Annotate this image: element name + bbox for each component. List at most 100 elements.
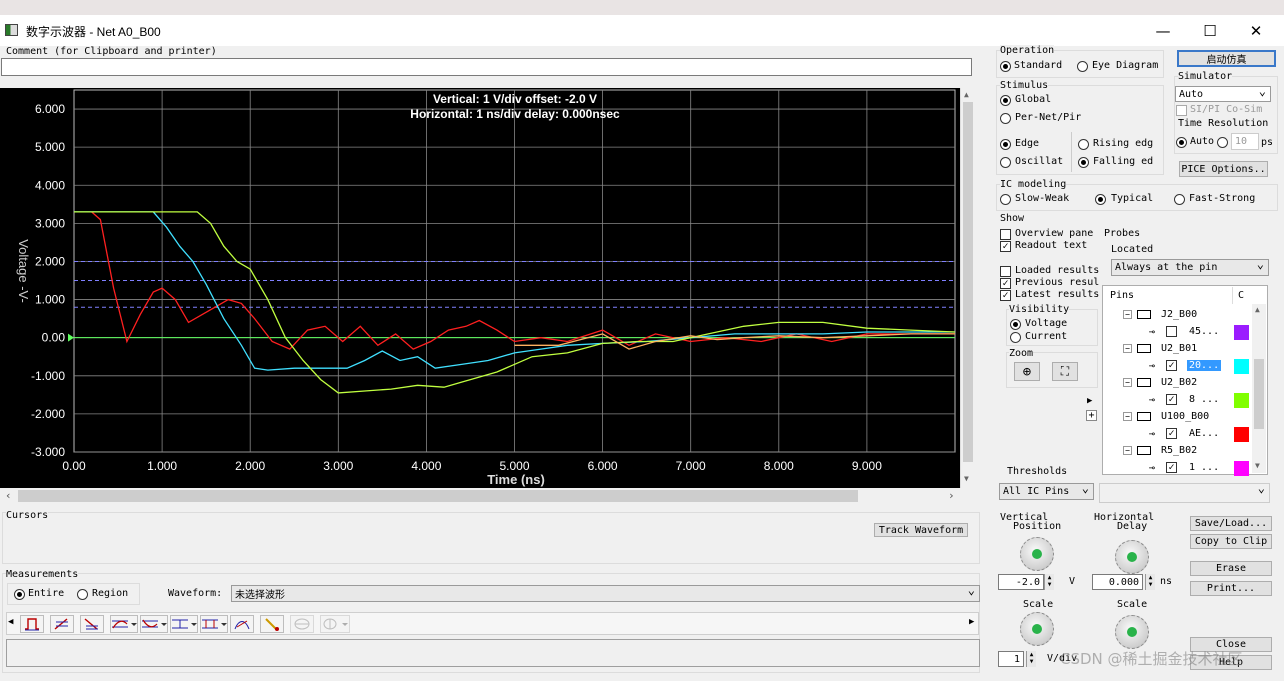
- horizontal-delay-spinner[interactable]: ▲ ▼: [1145, 574, 1155, 590]
- eye-measure-icon[interactable]: [230, 615, 254, 633]
- pin-color-swatch[interactable]: [1234, 461, 1249, 476]
- tree-collapse-icon[interactable]: −: [1123, 344, 1132, 353]
- thresholds-secondary-select[interactable]: [1099, 481, 1270, 503]
- pin-row[interactable]: ⊸ 45...: [1103, 324, 1253, 341]
- readout-text-checkbox[interactable]: ✓: [1000, 241, 1011, 252]
- pin-part-row[interactable]: − U2_B02: [1103, 375, 1253, 392]
- fall-time-icon[interactable]: [80, 615, 104, 633]
- pin-part-row[interactable]: − U2_B01: [1103, 341, 1253, 358]
- scroll-down-arrow[interactable]: ▼: [964, 474, 969, 483]
- voltage-radio[interactable]: [1010, 319, 1021, 330]
- eye-diagram-radio[interactable]: [1077, 61, 1088, 72]
- toolbar-left-arrow[interactable]: ◀: [8, 617, 13, 627]
- comment-input[interactable]: [1, 58, 972, 76]
- oscillator-radio[interactable]: [1000, 157, 1011, 168]
- vertical-position-input[interactable]: [998, 574, 1044, 590]
- pin-color-swatch[interactable]: [1234, 359, 1249, 374]
- undershoot-icon[interactable]: [140, 615, 168, 633]
- vertical-position-spinner[interactable]: ▲ ▼: [1044, 574, 1054, 590]
- fast-strong-radio[interactable]: [1174, 194, 1185, 205]
- pin-row[interactable]: ⊸ ✓ AE...: [1103, 426, 1253, 443]
- toolbar-right-arrow[interactable]: ▶: [969, 617, 974, 627]
- probe-cursor-icon[interactable]: [260, 615, 284, 633]
- pin-part-row[interactable]: − J2_B00: [1103, 307, 1253, 324]
- slow-weak-radio[interactable]: [1000, 194, 1011, 205]
- region-radio[interactable]: [77, 589, 88, 600]
- pin-color-swatch[interactable]: [1234, 325, 1249, 340]
- pin-row[interactable]: ⊸ ✓ 1 ...: [1103, 460, 1253, 477]
- scroll-h-thumb[interactable]: [18, 490, 858, 502]
- tree-collapse-icon[interactable]: −: [1123, 412, 1132, 421]
- rising-edge-radio[interactable]: [1078, 139, 1089, 150]
- disabled-tool-icon-2[interactable]: [320, 615, 350, 633]
- minimize-button[interactable]: —: [1140, 15, 1186, 46]
- maximize-button[interactable]: ☐: [1187, 15, 1233, 46]
- tree-collapse-icon[interactable]: −: [1123, 310, 1132, 319]
- overview-pane-checkbox[interactable]: [1000, 229, 1011, 240]
- pin-row[interactable]: ⊸ ✓ 8 ...: [1103, 392, 1253, 409]
- pin-row[interactable]: ⊸ ✓ 20...: [1103, 358, 1253, 375]
- time-res-custom-radio[interactable]: [1217, 137, 1228, 148]
- standard-radio[interactable]: [1000, 61, 1011, 72]
- horizontal-delay-input[interactable]: [1092, 574, 1143, 590]
- time-res-input[interactable]: [1231, 133, 1259, 150]
- vertical-scale-input[interactable]: [998, 651, 1024, 667]
- located-select[interactable]: Always at the pin: [1111, 257, 1269, 276]
- simulator-select[interactable]: Auto: [1175, 84, 1271, 102]
- entire-radio[interactable]: [14, 589, 25, 600]
- pin-visible-checkbox[interactable]: ✓: [1166, 360, 1177, 371]
- disabled-tool-icon-1[interactable]: [290, 615, 314, 633]
- tree-collapse-icon[interactable]: −: [1123, 446, 1132, 455]
- save-load-button[interactable]: Save/Load...: [1190, 516, 1272, 531]
- horizontal-scale-knob[interactable]: [1115, 615, 1149, 649]
- per-net-radio[interactable]: [1000, 113, 1011, 124]
- pin-visible-checkbox[interactable]: ✓: [1166, 462, 1177, 473]
- vertical-scale-knob[interactable]: [1020, 612, 1054, 646]
- plot-vertical-scrollbar[interactable]: ▲ ▼: [960, 88, 974, 488]
- edge-radio[interactable]: [1000, 139, 1011, 150]
- scroll-left-arrow[interactable]: ‹: [5, 489, 12, 502]
- plot-horizontal-scrollbar[interactable]: ‹ ›: [0, 488, 962, 504]
- spice-options-button[interactable]: PICE Options..: [1179, 161, 1268, 177]
- start-simulation-button[interactable]: 启动仿真: [1177, 50, 1276, 67]
- pins-scroll-thumb[interactable]: [1254, 359, 1264, 429]
- rise-time-icon[interactable]: [50, 615, 74, 633]
- expand-arrow-icon[interactable]: ▶: [1087, 396, 1092, 406]
- low-level-icon[interactable]: [200, 615, 228, 633]
- scroll-thumb[interactable]: [963, 102, 973, 462]
- pins-scrollbar[interactable]: ▲ ▼: [1252, 304, 1266, 473]
- current-radio[interactable]: [1010, 332, 1021, 343]
- pin-part-row[interactable]: − R5_B02: [1103, 443, 1253, 460]
- previous-results-checkbox[interactable]: ✓: [1000, 278, 1011, 289]
- cosim-checkbox[interactable]: [1176, 105, 1187, 116]
- pin-color-swatch[interactable]: [1234, 393, 1249, 408]
- horizontal-delay-knob[interactable]: [1115, 540, 1149, 574]
- pulse-width-icon[interactable]: [20, 615, 44, 633]
- tree-collapse-icon[interactable]: −: [1123, 378, 1132, 387]
- global-radio[interactable]: [1000, 95, 1011, 106]
- pin-part-row[interactable]: − U100_B00: [1103, 409, 1253, 426]
- expand-plus-icon[interactable]: +: [1086, 410, 1097, 421]
- typical-radio[interactable]: [1095, 194, 1106, 205]
- scroll-right-arrow[interactable]: ›: [948, 489, 955, 502]
- pin-visible-checkbox[interactable]: ✓: [1166, 394, 1177, 405]
- scroll-up-arrow[interactable]: ▲: [964, 90, 969, 99]
- zoom-in-icon[interactable]: ⊕: [1014, 362, 1040, 381]
- close-window-button[interactable]: ✕: [1233, 15, 1279, 46]
- high-level-icon[interactable]: [170, 615, 198, 633]
- vertical-scale-spinner[interactable]: ▲ ▼: [1026, 651, 1036, 667]
- zoom-fit-icon[interactable]: ⛶: [1052, 362, 1078, 381]
- overshoot-icon[interactable]: [110, 615, 138, 633]
- time-res-auto-radio[interactable]: [1176, 137, 1187, 148]
- pin-visible-checkbox[interactable]: [1166, 326, 1177, 337]
- print-button[interactable]: Print...: [1190, 581, 1272, 596]
- vertical-position-knob[interactable]: [1020, 537, 1054, 571]
- erase-button[interactable]: Erase: [1190, 561, 1272, 576]
- falling-edge-radio[interactable]: [1078, 157, 1089, 168]
- copy-to-clip-button[interactable]: Copy to Clip: [1190, 534, 1272, 549]
- thresholds-select[interactable]: All IC Pins: [999, 481, 1094, 500]
- track-waveform-button[interactable]: Track Waveform: [874, 523, 968, 537]
- loaded-results-checkbox[interactable]: [1000, 266, 1011, 277]
- latest-results-checkbox[interactable]: ✓: [1000, 290, 1011, 301]
- pin-visible-checkbox[interactable]: ✓: [1166, 428, 1177, 439]
